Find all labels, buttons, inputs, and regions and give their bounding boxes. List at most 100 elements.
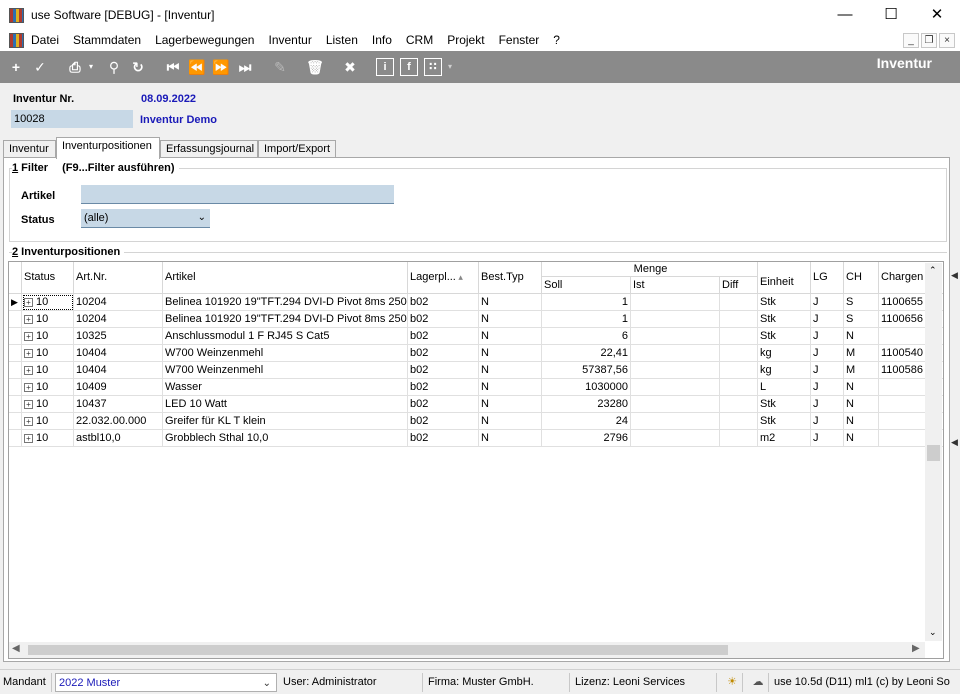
delete-icon[interactable]: 🗑 <box>306 58 324 76</box>
cell-lagerplatz[interactable]: b02 <box>408 379 479 396</box>
column-header-lg[interactable]: LG <box>811 262 844 294</box>
cell-lagerplatz[interactable]: b02 <box>408 294 479 311</box>
cell-art-nr[interactable]: 10204 <box>74 294 163 311</box>
grid-menu-dropdown-icon[interactable]: ▾ <box>445 58 455 76</box>
column-header-best-typ[interactable]: Best.Typ <box>479 262 542 294</box>
cell-einheit[interactable]: L <box>758 379 811 396</box>
cell-diff[interactable] <box>720 396 758 413</box>
cell-artikel[interactable]: LED 10 Watt <box>163 396 408 413</box>
cell-best-typ[interactable]: N <box>479 396 542 413</box>
cell-best-typ[interactable]: N <box>479 379 542 396</box>
positions-grid[interactable]: Menge Status Art.Nr. Artikel Lagerpl... ▴ Bes… <box>8 261 944 659</box>
cell-status[interactable]: +10 <box>22 430 74 447</box>
cell-art-nr[interactable]: 22.032.00.000 <box>74 413 163 430</box>
scroll-right-icon[interactable]: ▶ <box>912 643 920 654</box>
grid-menu-icon[interactable]: ∷ <box>424 58 442 76</box>
cell-art-nr[interactable]: 10404 <box>74 362 163 379</box>
cell-lg[interactable]: J <box>811 294 844 311</box>
cell-soll[interactable]: 2796 <box>542 430 631 447</box>
cell-ist[interactable] <box>631 362 720 379</box>
cell-lagerplatz[interactable]: b02 <box>408 311 479 328</box>
cell-best-typ[interactable]: N <box>479 362 542 379</box>
cell-lg[interactable]: J <box>811 379 844 396</box>
menu-help[interactable]: ? <box>553 33 560 47</box>
cell-lg[interactable]: J <box>811 345 844 362</box>
cell-art-nr[interactable]: astbl10,0 <box>74 430 163 447</box>
column-header-diff[interactable]: Diff <box>720 277 758 294</box>
cell-art-nr[interactable]: 10404 <box>74 345 163 362</box>
expand-row-icon[interactable]: + <box>24 297 33 307</box>
menu-lagerbewegungen[interactable]: Lagerbewegungen <box>155 33 254 47</box>
cell-lg[interactable]: J <box>811 328 844 345</box>
cell-artikel[interactable]: Anschlussmodul 1 F RJ45 S Cat5 <box>163 328 408 345</box>
cell-ch[interactable]: S <box>844 311 879 328</box>
cell-diff[interactable] <box>720 311 758 328</box>
cell-diff[interactable] <box>720 430 758 447</box>
column-header-soll[interactable]: Soll <box>542 277 631 294</box>
cell-art-nr[interactable]: 10325 <box>74 328 163 345</box>
add-icon[interactable]: + <box>7 58 25 76</box>
cell-artikel[interactable]: Belinea 101920 19"TFT.294 DVI-D Pivot 8m… <box>163 294 408 311</box>
cell-ist[interactable] <box>631 294 720 311</box>
cell-best-typ[interactable]: N <box>479 430 542 447</box>
cell-best-typ[interactable]: N <box>479 345 542 362</box>
print-dropdown-icon[interactable]: ▾ <box>86 58 96 76</box>
maximize-button[interactable]: ☐ <box>868 0 914 30</box>
tab-import-export[interactable]: Import/Export <box>258 140 336 158</box>
cell-soll[interactable]: 1 <box>542 311 631 328</box>
menu-fenster[interactable]: Fenster <box>499 33 540 47</box>
cell-art-nr[interactable]: 10204 <box>74 311 163 328</box>
cell-einheit[interactable]: Stk <box>758 294 811 311</box>
mdi-minimize-button[interactable]: _ <box>903 33 919 48</box>
column-header-artikel[interactable]: Artikel <box>163 262 408 294</box>
cell-einheit[interactable]: kg <box>758 362 811 379</box>
previous-record-icon[interactable]: ⏪ <box>188 58 206 76</box>
sun-icon[interactable]: ☀ <box>719 673 743 692</box>
cell-einheit[interactable]: Stk <box>758 413 811 430</box>
right-edge-collapse-icon[interactable]: ◀ <box>951 270 960 286</box>
cell-best-typ[interactable]: N <box>479 311 542 328</box>
cell-diff[interactable] <box>720 362 758 379</box>
menu-projekt[interactable]: Projekt <box>447 33 484 47</box>
cell-ch[interactable]: M <box>844 362 879 379</box>
cell-soll[interactable]: 23280 <box>542 396 631 413</box>
mandant-select[interactable]: 2022 Muster ⌄ <box>55 673 277 692</box>
scroll-up-icon[interactable]: ⌃ <box>929 265 937 276</box>
cell-ist[interactable] <box>631 430 720 447</box>
expand-row-icon[interactable]: + <box>24 348 33 358</box>
cancel-icon[interactable]: ✖ <box>341 58 359 76</box>
expand-row-icon[interactable]: + <box>24 382 33 392</box>
cell-artikel[interactable]: Belinea 101920 19"TFT.294 DVI-D Pivot 8m… <box>163 311 408 328</box>
expand-row-icon[interactable]: + <box>24 416 33 426</box>
print-icon[interactable]: ⎙ <box>66 58 84 76</box>
menu-listen[interactable]: Listen <box>326 33 358 47</box>
scroll-left-icon[interactable]: ◀ <box>12 643 20 654</box>
network-icon[interactable]: ☁ <box>745 673 769 692</box>
cell-ist[interactable] <box>631 379 720 396</box>
cell-ch[interactable]: N <box>844 328 879 345</box>
cell-status[interactable]: +10 <box>22 328 74 345</box>
cell-soll[interactable]: 1 <box>542 294 631 311</box>
cell-lg[interactable]: J <box>811 362 844 379</box>
expand-row-icon[interactable]: + <box>24 433 33 443</box>
menu-stammdaten[interactable]: Stammdaten <box>73 33 141 47</box>
tab-inventur[interactable]: Inventur <box>3 140 56 158</box>
hscroll-thumb[interactable] <box>28 645 728 655</box>
cell-artikel[interactable]: W700 Weinzenmehl <box>163 345 408 362</box>
cell-diff[interactable] <box>720 294 758 311</box>
cell-einheit[interactable]: Stk <box>758 328 811 345</box>
scroll-down-icon[interactable]: ⌄ <box>929 627 937 638</box>
artikel-filter-input[interactable] <box>81 185 394 204</box>
cell-diff[interactable] <box>720 379 758 396</box>
cell-ch[interactable]: N <box>844 413 879 430</box>
check-icon[interactable]: ✓ <box>31 58 49 76</box>
chevron-down-icon[interactable]: ⌄ <box>198 209 206 227</box>
cell-ch[interactable]: S <box>844 294 879 311</box>
menu-crm[interactable]: CRM <box>406 33 433 47</box>
cell-ch[interactable]: N <box>844 430 879 447</box>
cell-best-typ[interactable]: N <box>479 328 542 345</box>
refresh-icon[interactable]: ↻ <box>129 58 147 76</box>
cell-einheit[interactable]: m2 <box>758 430 811 447</box>
cell-lg[interactable]: J <box>811 311 844 328</box>
cell-best-typ[interactable]: N <box>479 413 542 430</box>
